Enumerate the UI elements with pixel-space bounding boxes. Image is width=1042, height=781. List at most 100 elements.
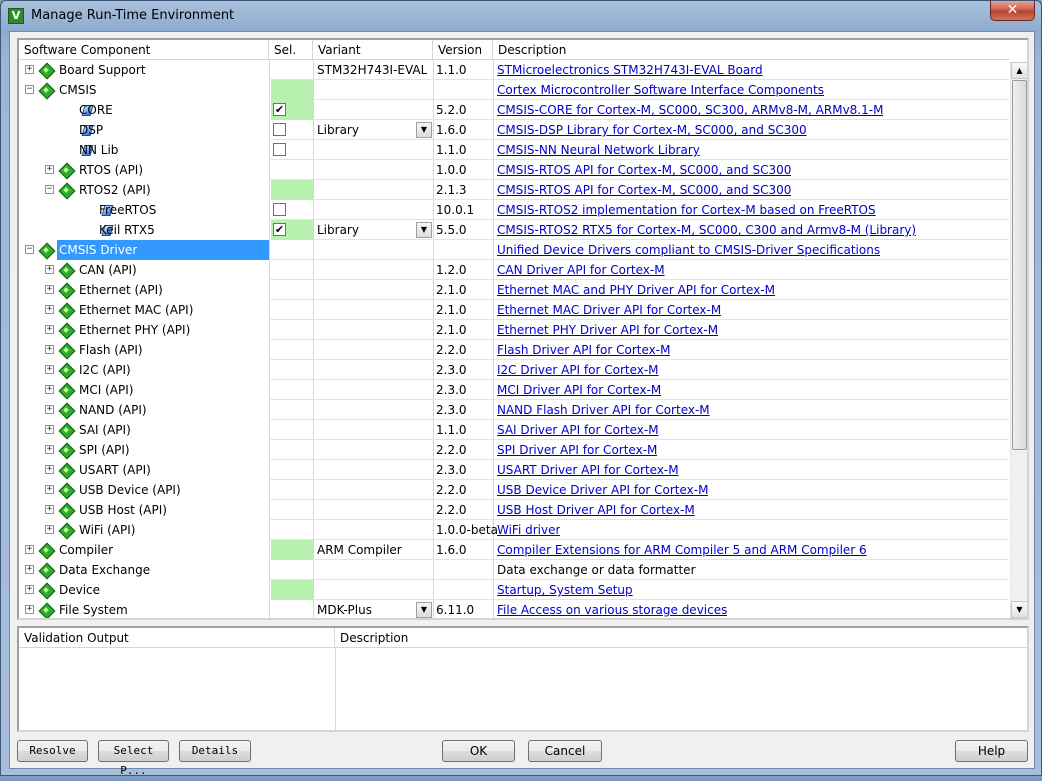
variant-dropdown-icon[interactable]: ▼ — [416, 602, 432, 618]
table-row[interactable]: + RTOS (API) 1.0.0 CMSIS-RTOS API for Corte… — [19, 160, 1009, 180]
title-bar[interactable]: V Manage Run-Time Environment ✕ — [1, 1, 1041, 31]
description-link[interactable]: USB Host Driver API for Cortex-M — [497, 500, 695, 520]
description-link[interactable]: CMSIS-RTOS API for Cortex-M, SC000, and … — [497, 160, 791, 180]
expand-icon[interactable]: + — [25, 65, 34, 74]
component-name[interactable]: SPI (API) — [79, 440, 130, 460]
table-row[interactable]: + Data Exchange Data exchange or data form… — [19, 560, 1009, 580]
description-link[interactable]: SPI Driver API for Cortex-M — [497, 440, 657, 460]
table-row[interactable]: + Ethernet MAC (API) 2.1.0 Ethernet MAC Dri… — [19, 300, 1009, 320]
component-name[interactable]: Data Exchange — [59, 560, 150, 580]
column-header-description[interactable]: Description — [493, 40, 1009, 60]
component-name[interactable]: File System — [59, 600, 128, 618]
table-row[interactable]: + Board Support STM32H743I-EVAL 1.1.0 STMicr… — [19, 60, 1009, 80]
description-link[interactable]: CMSIS-RTOS2 implementation for Cortex-M … — [497, 200, 876, 220]
details-button[interactable]: Details — [179, 740, 251, 762]
component-name[interactable]: DSP — [79, 120, 103, 140]
component-name[interactable]: Ethernet MAC (API) — [79, 300, 193, 320]
component-name[interactable]: Compiler — [59, 540, 113, 560]
expand-icon[interactable]: + — [45, 485, 54, 494]
component-name[interactable]: Keil RTX5 — [99, 220, 155, 240]
table-row[interactable]: − CMSIS Cortex Microcontroller Software In… — [19, 80, 1009, 100]
select-checkbox[interactable]: ✔ — [273, 103, 286, 116]
description-link[interactable]: USART Driver API for Cortex-M — [497, 460, 679, 480]
ok-button[interactable]: OK — [442, 740, 515, 762]
description-link[interactable]: Ethernet PHY Driver API for Cortex-M — [497, 320, 718, 340]
component-name[interactable]: MCI (API) — [79, 380, 133, 400]
table-row[interactable]: + Compiler ARM Compiler 1.6.0 Compiler Exten… — [19, 540, 1009, 560]
help-button[interactable]: Help — [955, 740, 1028, 762]
table-row[interactable]: + SAI (API) 1.1.0 SAI Driver API for Cortex… — [19, 420, 1009, 440]
column-header-variant[interactable]: Variant — [313, 40, 433, 60]
close-button[interactable]: ✕ — [990, 1, 1035, 21]
table-row[interactable]: + USB Device (API) 2.2.0 USB Device Driver … — [19, 480, 1009, 500]
table-row[interactable]: − CMSIS Driver Unified Device Drivers comp… — [19, 240, 1009, 260]
expand-icon[interactable]: + — [45, 265, 54, 274]
description-link[interactable]: Flash Driver API for Cortex-M — [497, 340, 670, 360]
component-name[interactable]: USB Host (API) — [79, 500, 167, 520]
variant-value[interactable]: MDK-Plus — [317, 600, 372, 618]
component-name[interactable]: Ethernet (API) — [79, 280, 163, 300]
column-header-validation-description[interactable]: Description — [335, 628, 1027, 648]
description-link[interactable]: CMSIS-RTOS API for Cortex-M, SC000, and … — [497, 180, 791, 200]
component-name[interactable]: Device — [59, 580, 100, 600]
column-header-version[interactable]: Version — [433, 40, 493, 60]
collapse-icon[interactable]: − — [45, 185, 54, 194]
description-link[interactable]: Unified Device Drivers compliant to CMSI… — [497, 240, 880, 260]
description-link[interactable]: Startup, System Setup — [497, 580, 633, 600]
component-name[interactable]: USART (API) — [79, 460, 151, 480]
table-row[interactable]: + MCI (API) 2.3.0 MCI Driver API for Cortex… — [19, 380, 1009, 400]
description-link[interactable]: CMSIS-CORE for Cortex-M, SC000, SC300, A… — [497, 100, 883, 120]
description-link[interactable]: USB Device Driver API for Cortex-M — [497, 480, 708, 500]
table-row[interactable]: + File System MDK-Plus ▼ 6.11.0 File Access o… — [19, 600, 1009, 618]
table-row[interactable]: + USB Host (API) 2.2.0 USB Host Driver API … — [19, 500, 1009, 520]
component-name[interactable]: NN Lib — [79, 140, 118, 160]
table-row[interactable]: + I2C (API) 2.3.0 I2C Driver API for Cortex… — [19, 360, 1009, 380]
description-link[interactable]: Ethernet MAC and PHY Driver API for Cort… — [497, 280, 775, 300]
component-name[interactable]: CMSIS Driver — [59, 240, 137, 260]
select-checkbox[interactable]: ✔ — [273, 223, 286, 236]
scroll-thumb[interactable] — [1012, 80, 1027, 450]
component-name[interactable]: Ethernet PHY (API) — [79, 320, 190, 340]
description-link[interactable]: NAND Flash Driver API for Cortex-M — [497, 400, 710, 420]
cancel-button[interactable]: Cancel — [528, 740, 602, 762]
vertical-scrollbar[interactable]: ▲ ▼ — [1010, 62, 1027, 618]
description-link[interactable]: I2C Driver API for Cortex-M — [497, 360, 659, 380]
collapse-icon[interactable]: − — [25, 85, 34, 94]
component-name[interactable]: SAI (API) — [79, 420, 131, 440]
expand-icon[interactable]: + — [45, 425, 54, 434]
table-row[interactable]: + NAND (API) 2.3.0 NAND Flash Driver API fo… — [19, 400, 1009, 420]
select-checkbox[interactable] — [273, 143, 286, 156]
expand-icon[interactable]: + — [45, 285, 54, 294]
expand-icon[interactable]: + — [25, 605, 34, 614]
scroll-up-icon[interactable]: ▲ — [1011, 62, 1027, 79]
table-row[interactable]: NN Lib 1.1.0 CMSIS-NN Neural Network Libra… — [19, 140, 1009, 160]
variant-value[interactable]: Library — [317, 220, 359, 240]
variant-dropdown-icon[interactable]: ▼ — [416, 222, 432, 238]
component-name[interactable]: CAN (API) — [79, 260, 137, 280]
expand-icon[interactable]: + — [45, 505, 54, 514]
expand-icon[interactable]: + — [45, 385, 54, 394]
select-checkbox[interactable] — [273, 123, 286, 136]
expand-icon[interactable]: + — [45, 445, 54, 454]
description-link[interactable]: CMSIS-NN Neural Network Library — [497, 140, 700, 160]
component-name[interactable]: WiFi (API) — [79, 520, 135, 540]
expand-icon[interactable]: + — [45, 525, 54, 534]
expand-icon[interactable]: + — [45, 325, 54, 334]
expand-icon[interactable]: + — [25, 545, 34, 554]
variant-dropdown-icon[interactable]: ▼ — [416, 122, 432, 138]
expand-icon[interactable]: + — [25, 585, 34, 594]
table-row[interactable]: − RTOS2 (API) 2.1.3 CMSIS-RTOS API for Cort… — [19, 180, 1009, 200]
column-header-sel[interactable]: Sel. — [269, 40, 313, 60]
table-row[interactable]: + USART (API) 2.3.0 USART Driver API for Co… — [19, 460, 1009, 480]
expand-icon[interactable]: + — [45, 165, 54, 174]
table-row[interactable]: + Ethernet (API) 2.1.0 Ethernet MAC and PHY… — [19, 280, 1009, 300]
variant-value[interactable]: Library — [317, 120, 359, 140]
table-row[interactable]: + Device Startup, System Setup — [19, 580, 1009, 600]
component-name[interactable]: Flash (API) — [79, 340, 143, 360]
description-link[interactable]: Compiler Extensions for ARM Compiler 5 a… — [497, 540, 867, 560]
collapse-icon[interactable]: − — [25, 245, 34, 254]
expand-icon[interactable]: + — [45, 465, 54, 474]
component-name[interactable]: NAND (API) — [79, 400, 147, 420]
column-header-validation-output[interactable]: Validation Output — [19, 628, 335, 648]
expand-icon[interactable]: + — [25, 565, 34, 574]
